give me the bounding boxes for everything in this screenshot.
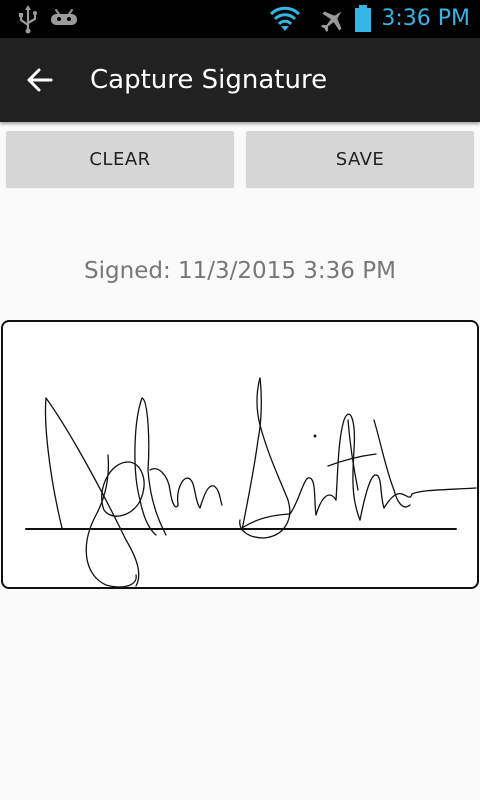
capture-signature-screen: 3:36 PM Capture Signature CLEAR SAVE Sig… [0, 0, 480, 800]
signature-pad[interactable] [1, 320, 479, 589]
handwritten-signature [25, 377, 477, 588]
